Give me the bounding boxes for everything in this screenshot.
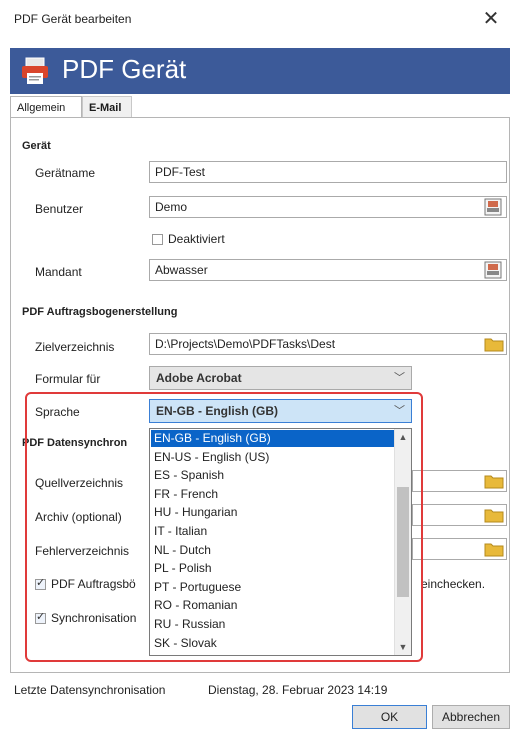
section-geraet-title: Gerät [22, 140, 51, 152]
dropdown-option[interactable]: NL - Dutch [151, 542, 395, 559]
banner-title: PDF Gerät [62, 54, 187, 84]
folder-icon[interactable] [484, 507, 504, 523]
last-sync-label: Letzte Datensynchronisation [14, 683, 166, 697]
dropdown-option[interactable]: HU - Hungarian [151, 504, 395, 521]
dropdown-option[interactable]: PL - Polish [151, 560, 395, 577]
dropdown-option[interactable]: EN-GB - English (GB) [151, 430, 395, 447]
user-picker-icon[interactable] [484, 198, 502, 216]
dropdown-option[interactable]: RU - Russian [151, 616, 395, 633]
geraetname-label: Gerätname [35, 166, 96, 180]
scroll-down-icon[interactable]: ▼ [395, 639, 411, 655]
mandant-label: Mandant [35, 265, 82, 279]
deaktiviert-checkbox[interactable] [152, 234, 163, 245]
zielverzeichnis-label: Zielverzeichnis [35, 340, 115, 354]
dropdown-scrollbar[interactable]: ▲ ▼ [394, 429, 411, 655]
formular-fuer-value: Adobe Acrobat [156, 371, 242, 385]
dropdown-option[interactable]: ES - Spanish [151, 467, 395, 484]
benutzer-input[interactable]: Demo [149, 196, 507, 218]
chevron-down-icon: ﹀ [394, 372, 405, 384]
sprache-dropdown-list[interactable]: EN-GB - English (GB) EN-US - English (US)… [149, 428, 412, 656]
dropdown-option[interactable]: SK - Slovak [151, 635, 395, 652]
close-icon[interactable]: ✕ [478, 6, 504, 32]
scrollbar-thumb[interactable] [397, 487, 409, 597]
dropdown-option[interactable]: FR - French [151, 486, 395, 503]
header-banner: PDF Gerät [10, 48, 510, 94]
dropdown-option[interactable]: RO - Romanian [151, 597, 395, 614]
section-auftrag-title: PDF Auftragsbogenerstellung [22, 306, 178, 318]
ok-button[interactable]: OK [352, 705, 427, 729]
zielverzeichnis-input[interactable]: D:\Projects\Demo\PDFTasks\Dest [149, 333, 507, 355]
last-sync-value: Dienstag, 28. Februar 2023 14:19 [208, 683, 388, 697]
formular-fuer-select[interactable]: Adobe Acrobat ﹀ [149, 366, 412, 390]
folder-icon[interactable] [484, 336, 504, 352]
deaktiviert-label: Deaktiviert [168, 232, 225, 246]
dropdown-option[interactable]: PT - Portuguese [151, 579, 395, 596]
scroll-up-icon[interactable]: ▲ [395, 429, 411, 445]
folder-icon[interactable] [484, 473, 504, 489]
window-title: PDF Gerät bearbeiten [14, 12, 132, 26]
mandant-input[interactable]: Abwasser [149, 259, 507, 281]
cancel-button[interactable]: Abbrechen [432, 705, 510, 729]
geraetname-input[interactable]: PDF-Test [149, 161, 507, 183]
dropdown-option[interactable]: IT - Italian [151, 523, 395, 540]
einchecken-label: einchecken. [421, 577, 486, 591]
benutzer-label: Benutzer [35, 202, 84, 216]
printer-pdf-icon [22, 57, 48, 84]
dropdown-option[interactable]: EN-US - English (US) [151, 449, 395, 466]
folder-icon[interactable] [484, 541, 504, 557]
tab-email[interactable]: E-Mail [82, 96, 132, 118]
formular-fuer-label: Formular für [35, 372, 101, 386]
tab-allgemein[interactable]: Allgemein [10, 96, 82, 118]
user-picker-icon[interactable] [484, 261, 502, 279]
